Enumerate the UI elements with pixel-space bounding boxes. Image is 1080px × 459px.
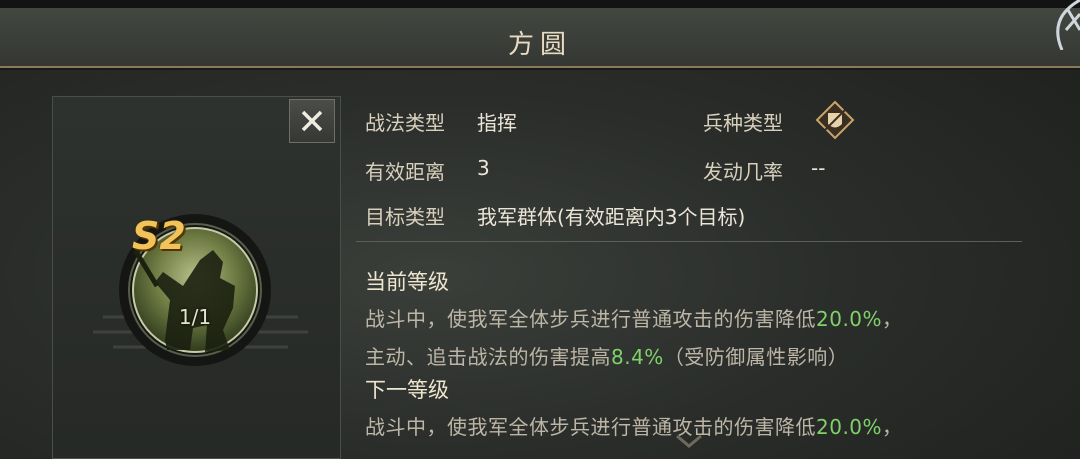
chance-value: -- [811, 156, 826, 180]
close-button[interactable] [289, 99, 335, 143]
skill-level: 1/1 [178, 305, 212, 329]
tactic-type-value: 指挥 [477, 111, 517, 135]
range-value: 3 [477, 156, 490, 180]
next-line1-percent: 20.0% [816, 415, 883, 439]
next-line1-text: 战斗中，使我军全体步兵进行普通攻击的伤害降低 [365, 415, 816, 439]
current-desc-line1: 战斗中，使我军全体步兵进行普通攻击的伤害降低20.0%， [365, 303, 903, 332]
skill-grade-badge: S2 [132, 214, 186, 258]
current-line1-end: ， [882, 307, 903, 331]
current-line2-text: 主动、追击战法的伤害提高 [365, 345, 611, 369]
skill-portrait [119, 214, 271, 366]
current-line2-end: （受防御属性影响） [663, 345, 849, 369]
next-level-heading: 下一等级 [365, 378, 449, 402]
current-level-heading: 当前等级 [365, 270, 449, 294]
chance-label: 发动几率 [703, 160, 783, 184]
next-line1-end: ， [882, 415, 903, 439]
next-desc-line1: 战斗中，使我军全体步兵进行普通攻击的伤害降低20.0%， [365, 411, 903, 440]
range-label: 有效距离 [365, 160, 445, 184]
current-line1-percent: 20.0% [816, 307, 883, 331]
scroll-down-icon[interactable] [674, 432, 704, 452]
current-line1-text: 战斗中，使我军全体步兵进行普通攻击的伤害降低 [365, 307, 816, 331]
troop-type-label: 兵种类型 [703, 111, 783, 135]
close-icon [301, 110, 323, 132]
current-line2-percent: 8.4% [611, 345, 664, 369]
current-desc-line2: 主动、追击战法的伤害提高8.4%（受防御属性影响） [365, 341, 848, 370]
divider [356, 241, 1022, 242]
target-label: 目标类型 [365, 205, 445, 229]
target-value: 我军群体(有效距离内3个目标) [477, 205, 746, 229]
top-strip [0, 0, 1080, 8]
tactic-type-label: 战法类型 [365, 111, 445, 135]
close-corner-icon[interactable] [1040, 0, 1080, 50]
page-title: 方圆 [507, 30, 572, 60]
title-bar: 方圆 [0, 8, 1080, 68]
shield-icon [815, 100, 855, 140]
